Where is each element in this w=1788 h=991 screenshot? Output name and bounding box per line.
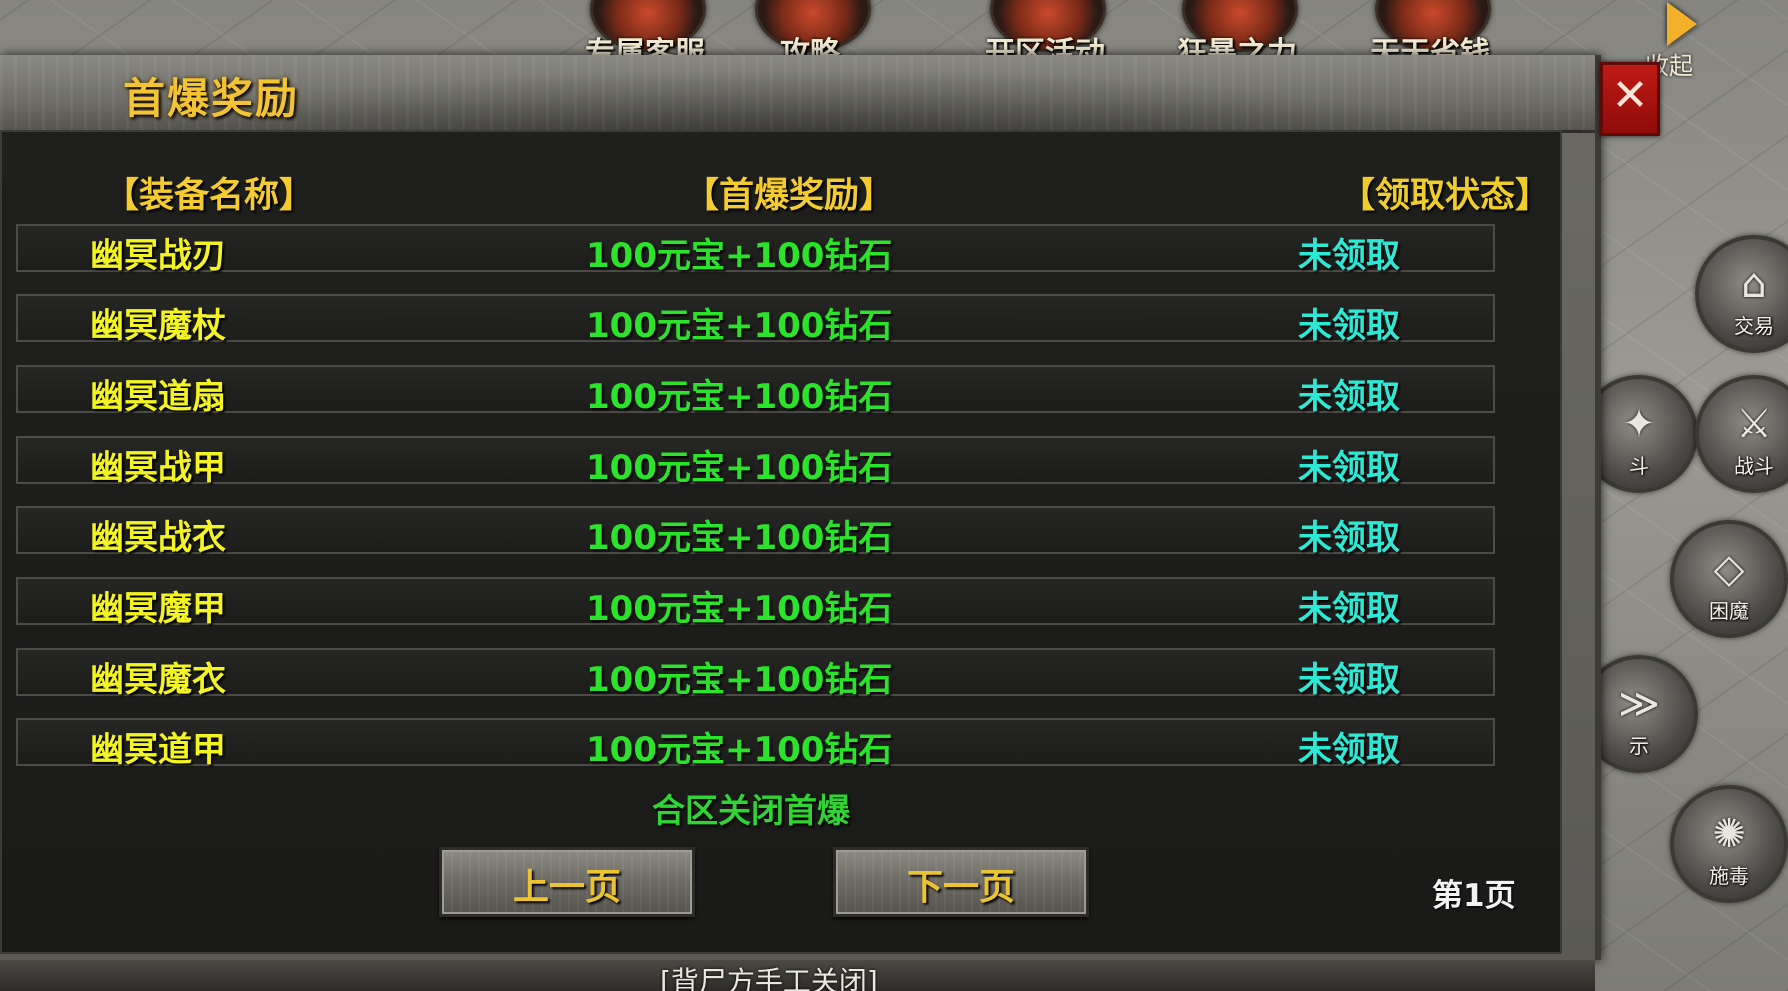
trap-skill-icon: ◇	[1713, 546, 1745, 592]
claim-status[interactable]: 未领取	[1298, 652, 1400, 701]
reward-value: 100元宝+100钻石	[586, 377, 893, 417]
reward-value: 100元宝+100钻石	[586, 518, 893, 558]
trade-icon: ⌂	[1741, 261, 1767, 307]
table-row[interactable]: 幽冥魔杖 100元宝+100钻石 未领取	[16, 294, 1495, 346]
table-row[interactable]: 幽冥战刃 100元宝+100钻石 未领取	[16, 224, 1495, 276]
equipment-name: 幽冥魔甲	[90, 589, 226, 629]
equipment-name: 幽冥战衣	[90, 518, 226, 558]
poison-skill-icon: ✺	[1712, 811, 1746, 857]
equipment-name: 幽冥战刃	[90, 236, 226, 276]
equipment-name: 幽冥魔杖	[90, 306, 226, 346]
column-header-reward: 【首爆奖励】	[684, 176, 895, 216]
next-page-label: 下一页	[906, 867, 1015, 908]
side-button-trade[interactable]: ⌂ 交易	[1695, 235, 1788, 353]
reward-value: 100元宝+100钻石	[586, 306, 893, 346]
top-button-save[interactable]: 天天省钱	[1345, 0, 1515, 62]
side-button-label: 交易	[1734, 314, 1774, 338]
table-row[interactable]: 幽冥战衣 100元宝+100钻石 未领取	[16, 506, 1495, 558]
dialog-header: 首爆奖励	[0, 55, 1595, 133]
claim-status[interactable]: 未领取	[1298, 722, 1400, 771]
side-button-label: 施毒	[1709, 864, 1749, 888]
close-button[interactable]: ✕	[1600, 62, 1660, 136]
battle-icon: ⚔	[1736, 401, 1772, 447]
right-skill-panel: ⌂ 交易 ✦ 斗 ⚔ 战斗 ◇ 困魔 ≫ 示 ✺ 施毒	[1580, 0, 1788, 991]
side-button-battle[interactable]: ⚔ 战斗	[1695, 375, 1788, 493]
claim-status[interactable]: 未领取	[1298, 228, 1400, 277]
side-button-poison[interactable]: ✺ 施毒	[1670, 785, 1788, 903]
bottom-chat-text: [背尸方手工关闭]	[660, 965, 878, 991]
reward-value: 100元宝+100钻石	[586, 236, 893, 276]
column-header-name: 【装备名称】	[104, 176, 315, 216]
table-row[interactable]: 幽冥道甲 100元宝+100钻石 未领取	[16, 718, 1495, 770]
column-header-status: 【领取状态】	[1340, 176, 1551, 216]
equipment-name: 幽冥道甲	[90, 730, 226, 770]
reward-table: 【装备名称】 【首爆奖励】 【领取状态】 幽冥战刃 100元宝+100钻石 未领…	[0, 130, 1562, 954]
merge-server-notice: 合区关闭首爆	[652, 791, 850, 830]
claim-status[interactable]: 未领取	[1298, 440, 1400, 489]
side-button-trap[interactable]: ◇ 困魔	[1670, 520, 1788, 638]
equipment-name: 幽冥战甲	[90, 448, 226, 488]
claim-status[interactable]: 未领取	[1298, 298, 1400, 347]
close-icon: ✕	[1611, 70, 1649, 121]
bottom-chat-strip: [背尸方手工关闭]	[0, 960, 1595, 991]
reward-value: 100元宝+100钻石	[586, 730, 893, 770]
prev-page-button[interactable]: 上一页	[439, 847, 695, 917]
reward-value: 100元宝+100钻石	[586, 589, 893, 629]
top-button-service[interactable]: 专属客服	[560, 0, 730, 62]
claim-status[interactable]: 未领取	[1298, 369, 1400, 418]
side-button-label: 困魔	[1709, 599, 1749, 623]
dialog-title: 首爆奖励	[123, 74, 300, 123]
equipment-name: 幽冥魔衣	[90, 660, 226, 700]
table-row[interactable]: 幽冥战甲 100元宝+100钻石 未领取	[16, 436, 1495, 488]
first-drop-reward-dialog: 首爆奖励 【装备名称】 【首爆奖励】 【领取状态】 幽冥战刃 100元宝+100…	[0, 55, 1601, 960]
table-row[interactable]: 幽冥道扇 100元宝+100钻石 未领取	[16, 365, 1495, 417]
table-row[interactable]: 幽冥魔衣 100元宝+100钻石 未领取	[16, 648, 1495, 700]
top-button-guide[interactable]: 攻略	[725, 0, 895, 62]
reward-value: 100元宝+100钻石	[586, 660, 893, 700]
top-button-event[interactable]: 开区活动	[960, 0, 1130, 62]
table-row[interactable]: 幽冥魔甲 100元宝+100钻石 未领取	[16, 577, 1495, 629]
game-screen: 专属客服 攻略 开区活动 狂暴之力 天天省钱 收起 ⌂ 交易 ✦ 斗 ⚔ 战斗 …	[0, 0, 1788, 991]
claim-status[interactable]: 未领取	[1298, 510, 1400, 559]
claim-status[interactable]: 未领取	[1298, 581, 1400, 630]
page-indicator: 第1页	[1432, 878, 1516, 914]
prev-page-label: 上一页	[512, 867, 621, 908]
side-button-label: 战斗	[1734, 454, 1774, 478]
next-page-button[interactable]: 下一页	[833, 847, 1089, 917]
equipment-name: 幽冥道扇	[90, 377, 226, 417]
top-button-rage[interactable]: 狂暴之力	[1152, 0, 1322, 62]
top-function-bar: 专属客服 攻略 开区活动 狂暴之力 天天省钱	[560, 0, 1560, 62]
reward-value: 100元宝+100钻石	[586, 448, 893, 488]
